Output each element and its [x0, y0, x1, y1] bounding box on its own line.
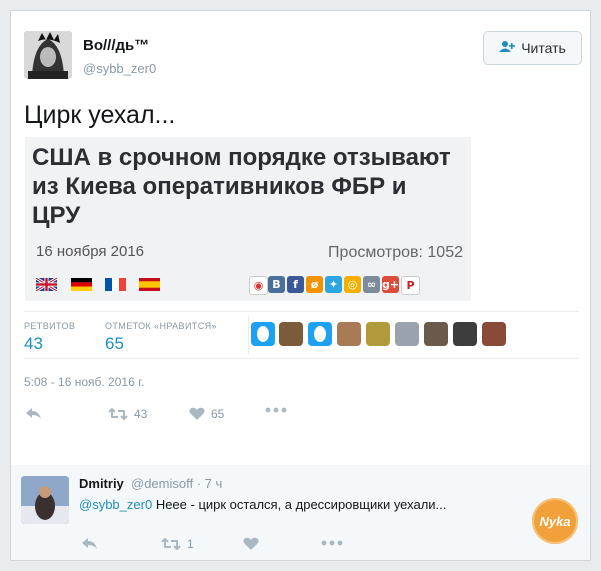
- follow-button[interactable]: Читать: [483, 31, 582, 65]
- article-date: 16 ноября 2016: [36, 243, 145, 260]
- es-flag-icon: [139, 278, 160, 291]
- likes-label: ОТМЕТОК «НРАВИТСЯ»: [105, 321, 217, 331]
- tweet-timestamp[interactable]: 5:08 - 16 нояб. 2016 г.: [24, 375, 144, 389]
- follow-label: Читать: [521, 40, 566, 56]
- reply-retweet-count: 1: [187, 537, 194, 551]
- reply-icon: [26, 408, 41, 419]
- liker-avatar[interactable]: [366, 322, 390, 346]
- reply-author-handle[interactable]: @demisoff · 7 ч: [131, 476, 222, 491]
- twitter-icon: ✦: [325, 276, 342, 293]
- divider: [24, 358, 579, 359]
- pocket-icon: ◉: [249, 276, 268, 295]
- facebook-icon: f: [287, 276, 304, 293]
- liker-avatar[interactable]: [395, 322, 419, 346]
- gb-flag-icon: [36, 278, 57, 291]
- de-flag-icon: [71, 278, 92, 291]
- author-handle[interactable]: @sybb_zer0: [83, 61, 156, 76]
- fr-flag-icon: [105, 278, 126, 291]
- retweets-count[interactable]: 43: [24, 334, 43, 354]
- tweet-text: Цирк уехал...: [24, 101, 176, 129]
- reply-reply-button[interactable]: [81, 537, 98, 550]
- retweet-count: 43: [134, 407, 148, 421]
- reply-retweet-button[interactable]: 1: [161, 537, 194, 551]
- reply-mention[interactable]: @sybb_zer0: [79, 497, 152, 512]
- reply-author-name[interactable]: Dmitriy: [79, 476, 124, 491]
- reply-author-avatar[interactable]: [21, 476, 69, 524]
- retweets-label: РЕТВИТОВ: [24, 321, 76, 331]
- retweet-button[interactable]: 43: [108, 407, 147, 421]
- liker-avatar[interactable]: [251, 322, 275, 346]
- like-button[interactable]: 65: [189, 407, 224, 421]
- quoted-article-image[interactable]: США в срочном порядке отзывают из Киева …: [25, 137, 471, 301]
- reply-more-button[interactable]: [321, 540, 343, 546]
- author-name[interactable]: Во///дь™: [83, 37, 149, 54]
- reply-button[interactable]: [25, 407, 42, 420]
- stats-separator: [248, 316, 249, 354]
- vk-icon: B: [268, 276, 285, 293]
- liker-avatar[interactable]: [453, 322, 477, 346]
- author-avatar[interactable]: [24, 31, 72, 79]
- reply-icon: [82, 538, 97, 549]
- liker-avatar[interactable]: [279, 322, 303, 346]
- article-headline: США в срочном порядке отзывают из Киева …: [32, 144, 451, 229]
- reply-text: @sybb_zer0 Нееe - цирк остался, а дресси…: [79, 497, 446, 512]
- like-count: 65: [211, 407, 225, 421]
- heart-icon: [243, 537, 259, 550]
- reply-like-button[interactable]: [243, 537, 259, 551]
- liker-avatar[interactable]: [337, 322, 361, 346]
- odnoklassniki-icon: ø: [306, 276, 323, 293]
- liker-avatar[interactable]: [482, 322, 506, 346]
- tweet-card: Во///дь™ @sybb_zer0 Читать Цирк уехал...…: [10, 10, 591, 561]
- pinterest-icon: P: [401, 276, 420, 295]
- link-icon: ∞: [363, 276, 380, 293]
- liker-avatar[interactable]: [424, 322, 448, 346]
- retweet-icon: [161, 537, 181, 551]
- more-icon: [265, 407, 287, 413]
- heart-icon: [189, 407, 205, 420]
- livejournal-icon: ◎: [344, 276, 361, 293]
- more-icon: [321, 540, 343, 546]
- watermark-badge: Nyka: [532, 498, 578, 544]
- reply-body: Нееe - цирк остался, а дрессировщики уех…: [155, 497, 447, 512]
- more-button[interactable]: [265, 407, 287, 413]
- retweet-icon: [108, 407, 128, 421]
- likes-count[interactable]: 65: [105, 334, 124, 354]
- divider: [24, 311, 579, 312]
- liker-avatar[interactable]: [308, 322, 332, 346]
- reply-tweet: Dmitriy @demisoff · 7 ч @sybb_zer0 Нееe …: [11, 465, 590, 560]
- google-plus-icon: g+: [381, 276, 400, 293]
- add-user-icon: [499, 40, 516, 56]
- article-views: Просмотров: 1052: [328, 244, 463, 261]
